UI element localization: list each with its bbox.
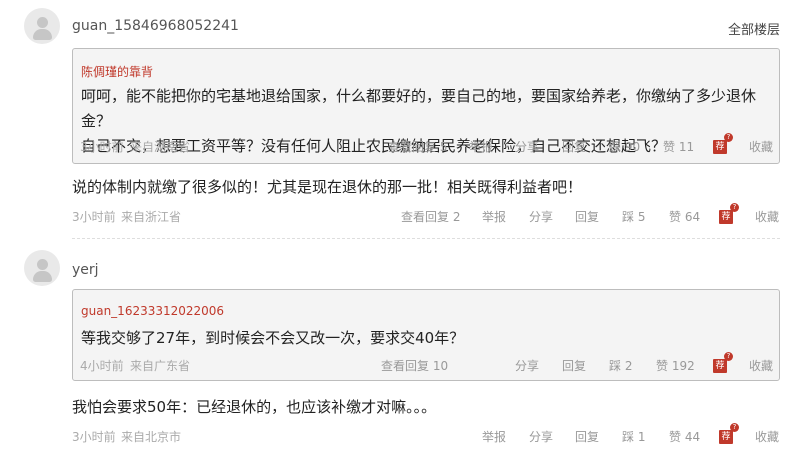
avatar-head-shape: [37, 259, 48, 270]
share-button[interactable]: 分享: [515, 357, 539, 374]
avatar-body-shape: [33, 29, 52, 40]
comment-action-bar: 3小时前 来自浙江省 查看回复 2 举报 分享 回复 踩 5 赞 64 荐 ? …: [0, 203, 800, 226]
recommend-help-badge: ?: [730, 423, 739, 432]
like-button[interactable]: 赞 11: [663, 138, 694, 155]
collect-button[interactable]: 收藏: [755, 208, 779, 225]
quote-action-bar: 4小时前 来自广东省 查看回复 10 分享 回复 踩 2 赞 192 荐 ? 收…: [0, 352, 800, 375]
post-time: 4小时前: [80, 359, 124, 373]
post-time: 3小时前: [72, 430, 116, 444]
collect-button[interactable]: 收藏: [755, 428, 779, 445]
like-button[interactable]: 赞 192: [656, 357, 695, 374]
dislike-button[interactable]: 踩 1: [622, 428, 645, 445]
share-button[interactable]: 分享: [515, 138, 539, 155]
like-button[interactable]: 赞 64: [669, 208, 700, 225]
username[interactable]: yerj: [72, 262, 99, 278]
quote-text-line: 等我交够了27年，到时候会不会又改一次，要求交40年？: [81, 329, 465, 347]
quote-username[interactable]: 陈倜瑾的靠背: [81, 63, 153, 80]
quote-text: 等我交够了27年，到时候会不会又改一次，要求交40年？: [81, 326, 771, 351]
reply-button[interactable]: 回复: [562, 138, 586, 155]
post-location: 来自浙江省: [121, 210, 182, 224]
avatar-body-shape: [33, 271, 52, 282]
reply-button[interactable]: 回复: [575, 208, 599, 225]
dislike-button[interactable]: 踩 5: [622, 208, 645, 225]
collect-button[interactable]: 收藏: [749, 357, 773, 374]
recommend-icon[interactable]: 荐: [719, 210, 733, 224]
collect-button[interactable]: 收藏: [749, 138, 773, 155]
view-replies-link[interactable]: 查看回复 2: [401, 208, 460, 225]
recommend-icon[interactable]: 荐: [713, 140, 727, 154]
post-location: 来自湖南省: [130, 140, 191, 154]
comment-divider: [72, 238, 780, 239]
recommend-icon[interactable]: 荐: [719, 430, 733, 444]
post-time: 3小时前: [72, 210, 116, 224]
comment-text: 说的体制内就缴了很多似的！尤其是现在退休的那一批！相关既得利益者吧！: [72, 178, 583, 196]
recommend-help-badge: ?: [724, 133, 733, 142]
post-location: 来自北京市: [121, 430, 182, 444]
dislike-button[interactable]: 踩 90: [609, 138, 640, 155]
report-button[interactable]: 举报: [469, 138, 493, 155]
comment-text: 我怕会要求50年：已经退休的，也应该补缴才对嘛。。。: [72, 398, 437, 416]
report-button[interactable]: 举报: [482, 428, 506, 445]
quote-username[interactable]: guan_16233312022006: [81, 304, 224, 318]
avatar-head-shape: [37, 17, 48, 28]
recommend-help-badge: ?: [724, 352, 733, 361]
quote-action-bar: 3小时前 来自湖南省 查看回复 5 举报 分享 回复 踩 90 赞 11 荐 ?…: [0, 133, 800, 156]
all-floors-link[interactable]: 全部楼层: [728, 19, 780, 38]
avatar[interactable]: [24, 250, 60, 286]
quote-text-line: 呵呵，能不能把你的宅基地退给国家，什么都要好的，要自己的地，要国家给养老，你缴纳…: [81, 87, 757, 130]
reply-button[interactable]: 回复: [562, 357, 586, 374]
dislike-button[interactable]: 踩 2: [609, 357, 632, 374]
share-button[interactable]: 分享: [529, 208, 553, 225]
username[interactable]: guan_15846968052241: [72, 18, 239, 34]
avatar[interactable]: [24, 8, 60, 44]
report-button[interactable]: 举报: [482, 208, 506, 225]
recommend-icon[interactable]: 荐: [713, 359, 727, 373]
recommend-help-badge: ?: [730, 203, 739, 212]
reply-button[interactable]: 回复: [575, 428, 599, 445]
comment-action-bar: 3小时前 来自北京市 举报 分享 回复 踩 1 赞 44 荐 ? 收藏: [0, 423, 800, 446]
like-button[interactable]: 赞 44: [669, 428, 700, 445]
view-replies-link[interactable]: 查看回复 10: [381, 357, 448, 374]
post-location: 来自广东省: [130, 359, 191, 373]
share-button[interactable]: 分享: [529, 428, 553, 445]
post-time: 3小时前: [80, 140, 124, 154]
view-replies-link[interactable]: 查看回复 5: [388, 138, 447, 155]
